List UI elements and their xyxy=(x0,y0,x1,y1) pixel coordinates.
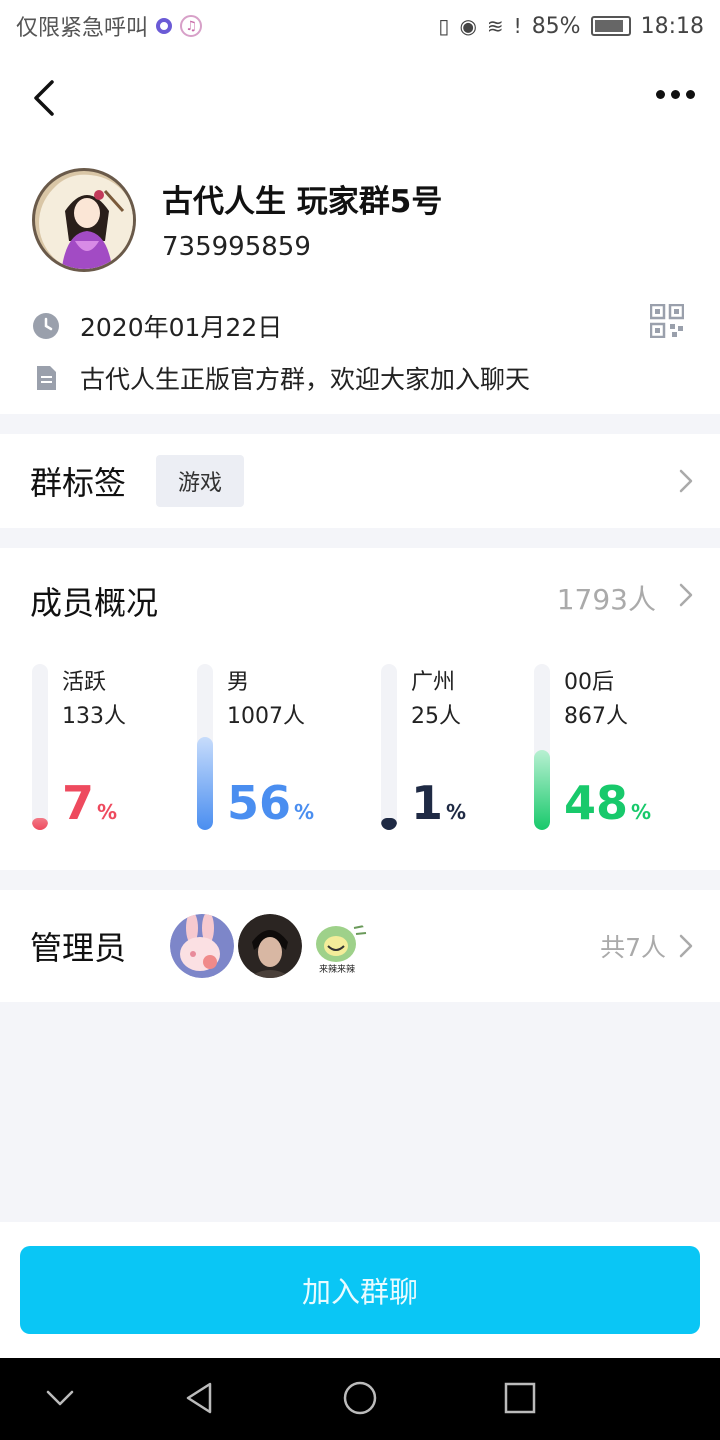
chevron-right-icon xyxy=(679,934,693,958)
clock: 18:18 xyxy=(640,13,704,39)
stat-bar-fill xyxy=(534,750,550,830)
group-description: 古代人生正版官方群，欢迎大家加入聊天 xyxy=(80,365,531,394)
members-title: 成员概况 xyxy=(30,584,159,622)
footer: 加入群聊 xyxy=(0,1222,720,1358)
clock-icon xyxy=(33,313,59,339)
carrier-text: 仅限紧急呼叫 xyxy=(16,16,149,41)
percent-unit: % xyxy=(631,800,652,824)
avatar-badge-text: 来辣来辣 xyxy=(319,963,355,975)
created-date: 2020年01月22日 xyxy=(80,313,283,342)
notification-dot-icon xyxy=(156,18,173,34)
battery-icon xyxy=(590,16,631,36)
member-total: 1793人 xyxy=(556,583,656,616)
tag-chip: 游戏 xyxy=(156,455,245,507)
qr-code-icon[interactable] xyxy=(650,304,684,338)
tags-title: 群标签 xyxy=(30,464,127,502)
admins-title: 管理员 xyxy=(30,929,127,967)
stat-label: 广州 xyxy=(411,670,456,695)
recents-square-icon[interactable] xyxy=(500,1378,540,1418)
stat-bar-fill xyxy=(32,818,48,830)
group-header: 古代人生 玩家群5号 735995859 2020年01月22日 古代人生正版官… xyxy=(0,52,720,414)
admin-avatar[interactable]: 来辣来辣 xyxy=(306,914,371,978)
stat-bar-track xyxy=(32,664,48,830)
stat-bar-fill xyxy=(381,818,397,830)
stat-bar-track xyxy=(197,664,213,830)
chevron-right-icon xyxy=(679,583,693,607)
stat-bar-track xyxy=(381,664,397,830)
percent-unit: % xyxy=(446,800,467,824)
wifi-icon: ≋ xyxy=(486,14,504,38)
member-overview[interactable]: 成员概况 1793人 活跃 133人 7% 男 1007人 56% 广州 25人… xyxy=(0,548,720,870)
music-icon: ♫ xyxy=(180,15,203,37)
status-bar: 仅限紧急呼叫 ♫ ▯ ◉ ≋ ! 85% 18:18 xyxy=(0,0,720,52)
join-group-button[interactable]: 加入群聊 xyxy=(20,1246,700,1334)
group-avatar[interactable] xyxy=(32,168,136,272)
percent-unit: % xyxy=(294,800,315,824)
document-icon xyxy=(37,366,56,390)
stat-percent: 48% xyxy=(564,780,651,826)
stat-percent-value: 1 xyxy=(411,776,444,830)
stat-percent: 56% xyxy=(227,780,314,826)
home-circle-icon[interactable] xyxy=(340,1378,380,1418)
chevron-down-icon[interactable] xyxy=(40,1378,80,1418)
more-options-icon[interactable] xyxy=(656,86,700,102)
stat-bar-track xyxy=(534,664,550,830)
stat-percent-value: 56 xyxy=(227,776,292,830)
stat-count: 1007人 xyxy=(227,704,305,729)
stat-bar-fill xyxy=(197,737,213,830)
admin-avatar[interactable] xyxy=(170,914,235,978)
group-name: 古代人生 玩家群5号 xyxy=(162,184,443,220)
battery-alert-icon: ! xyxy=(513,14,522,38)
stat-label: 00后 xyxy=(564,670,614,695)
group-id: 735995859 xyxy=(162,232,311,262)
stat-percent: 1% xyxy=(411,780,466,826)
chevron-right-icon xyxy=(679,469,693,493)
stat-label: 男 xyxy=(227,670,250,695)
admin-avatars: 来辣来辣 xyxy=(170,914,371,978)
group-tags-row[interactable]: 群标签 游戏 xyxy=(0,434,720,528)
admin-total: 共7人 xyxy=(600,933,666,962)
created-date-row: 2020年01月22日 xyxy=(32,308,282,344)
admins-row[interactable]: 管理员 来辣来辣 共7人 xyxy=(0,890,720,1002)
stat-percent-value: 48 xyxy=(564,776,629,830)
stat-label: 活跃 xyxy=(62,670,107,695)
description-row: 古代人生正版官方群，欢迎大家加入聊天 xyxy=(32,360,530,396)
percent-unit: % xyxy=(97,800,118,824)
stat-count: 133人 xyxy=(62,704,126,729)
vibrate-icon: ▯ xyxy=(438,14,450,38)
back-triangle-icon[interactable] xyxy=(180,1378,220,1418)
back-arrow-icon[interactable] xyxy=(28,76,64,120)
admin-avatar[interactable] xyxy=(238,914,303,978)
eye-icon: ◉ xyxy=(459,14,477,38)
battery-percent: 85% xyxy=(531,13,581,39)
system-nav-bar xyxy=(0,1358,720,1440)
stat-percent: 7% xyxy=(62,780,117,826)
stat-count: 867人 xyxy=(564,704,628,729)
stat-percent-value: 7 xyxy=(62,776,95,830)
stat-count: 25人 xyxy=(411,704,461,729)
